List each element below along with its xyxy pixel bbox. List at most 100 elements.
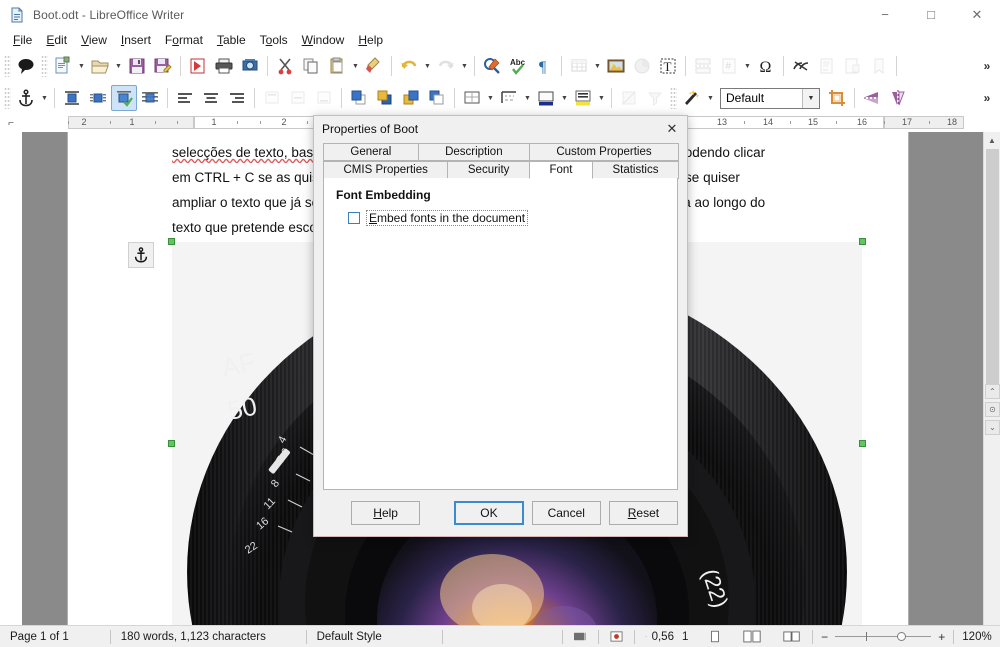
anchor-dropdown[interactable]: ▼ (39, 85, 50, 111)
flip-vertically-icon[interactable] (859, 85, 885, 111)
border-color-icon[interactable] (533, 85, 559, 111)
image-toolbar-grip-2[interactable] (670, 87, 677, 109)
find-replace-icon[interactable] (479, 53, 505, 79)
insert-field-dropdown[interactable]: ▼ (742, 53, 753, 79)
align-right-icon[interactable] (224, 85, 250, 111)
embed-fonts-checkbox[interactable] (348, 212, 360, 224)
document-modified-icon[interactable] (599, 626, 634, 647)
zoom-slider[interactable]: − + (813, 630, 953, 644)
dialog-close-icon[interactable]: ✕ (657, 116, 687, 141)
maximize-button[interactable]: □ (908, 0, 954, 30)
embed-fonts-checkbox-row[interactable]: Embed fonts in the document (348, 210, 665, 226)
transparency-icon[interactable] (616, 85, 642, 111)
insert-table-dropdown[interactable]: ▼ (592, 53, 603, 79)
status-page[interactable]: Page 1 of 1 (0, 626, 110, 647)
status-word-count[interactable]: 180 words, 1,123 characters (111, 626, 306, 647)
zoom-level[interactable]: 120% (954, 626, 1000, 647)
area-style-fill-icon[interactable] (570, 85, 596, 111)
align-middle-icon[interactable] (285, 85, 311, 111)
book-view-icon[interactable] (772, 626, 812, 647)
scroll-navigation-icon[interactable]: ⊙ (985, 402, 1000, 417)
tab-cmis-properties[interactable]: CMIS Properties (323, 161, 449, 179)
image-toolbar-grip[interactable] (4, 87, 11, 109)
toolbar-grip[interactable] (4, 55, 11, 77)
wrap-through-icon[interactable] (137, 85, 163, 111)
export-pdf-icon[interactable] (185, 53, 211, 79)
align-center-icon[interactable] (198, 85, 224, 111)
undo-dropdown[interactable]: ▼ (422, 53, 433, 79)
minimize-button[interactable]: − (862, 0, 908, 30)
save-icon[interactable] (124, 53, 150, 79)
single-page-view-icon[interactable] (698, 626, 732, 647)
zoom-knob[interactable] (897, 632, 907, 641)
cancel-button[interactable]: Cancel (531, 501, 601, 525)
tab-security[interactable]: Security (447, 161, 530, 179)
insert-image-icon[interactable] (603, 53, 629, 79)
scroll-up-icon[interactable]: ▲ (983, 132, 1000, 149)
spelling-abc-icon[interactable]: Abc (505, 53, 531, 79)
image-properties-dropdown[interactable]: ▼ (705, 85, 716, 111)
menu-edit[interactable]: Edit (39, 31, 74, 49)
tab-general[interactable]: General (323, 143, 419, 161)
bookmark-icon[interactable] (866, 53, 892, 79)
paste-dropdown[interactable]: ▼ (350, 53, 361, 79)
tab-description[interactable]: Description (417, 143, 530, 161)
copy-icon[interactable] (298, 53, 324, 79)
flip-horizontally-icon[interactable] (885, 85, 911, 111)
print-icon[interactable] (211, 53, 237, 79)
toolbar-grip-2[interactable] (41, 55, 48, 77)
insert-footnote-icon[interactable] (814, 53, 840, 79)
open-dropdown[interactable]: ▼ (113, 53, 124, 79)
special-character-omega-icon[interactable]: Ω (753, 53, 779, 79)
reset-button[interactable]: Reset (608, 501, 678, 525)
open-folder-icon[interactable] (87, 53, 113, 79)
crop-icon[interactable] (824, 85, 850, 111)
scroll-page-up-icon[interactable]: ⌃ (985, 384, 1000, 399)
area-style-dropdown[interactable]: ▼ (596, 85, 607, 111)
wrap-off-icon[interactable] (59, 85, 85, 111)
align-top-icon[interactable] (259, 85, 285, 111)
help-button[interactable]: Help (351, 501, 421, 525)
status-page-style[interactable]: Default Style (307, 626, 442, 647)
status-language[interactable] (442, 626, 562, 647)
tab-font[interactable]: Font (528, 161, 593, 179)
selection-mode-icon[interactable] (563, 626, 598, 647)
menu-window[interactable]: Window (295, 31, 352, 49)
borders-dropdown[interactable]: ▼ (485, 85, 496, 111)
send-backward-icon[interactable] (398, 85, 424, 111)
formatting-marks-pilcrow-icon[interactable]: ¶ (531, 53, 557, 79)
ok-button[interactable]: OK (454, 501, 524, 525)
insert-hyperlink-icon[interactable] (788, 53, 814, 79)
align-left-icon[interactable] (172, 85, 198, 111)
cut-scissors-icon[interactable] (272, 53, 298, 79)
tab-custom-properties[interactable]: Custom Properties (528, 143, 679, 161)
status-object-size[interactable]: 0,56 1 (635, 626, 699, 647)
borders-icon[interactable] (459, 85, 485, 111)
image-toolbar-overflow-button[interactable]: » (977, 85, 997, 111)
align-bottom-icon[interactable] (311, 85, 337, 111)
menu-view[interactable]: View (74, 31, 114, 49)
send-to-back-icon[interactable] (424, 85, 450, 111)
insert-endnote-icon[interactable] (840, 53, 866, 79)
selection-handle-nw[interactable] (168, 238, 175, 245)
insert-chart-icon[interactable] (629, 53, 655, 79)
zoom-in-button[interactable]: + (938, 630, 945, 644)
save-as-icon[interactable] (150, 53, 176, 79)
toolbar-overflow-button[interactable]: » (977, 53, 997, 79)
tab-statistics[interactable]: Statistics (591, 161, 679, 179)
embed-fonts-label[interactable]: Embed fonts in the document (366, 210, 529, 226)
zoom-out-button[interactable]: − (821, 630, 828, 644)
filter-icon[interactable] (642, 85, 668, 111)
menu-table[interactable]: Table (210, 31, 253, 49)
multi-page-view-icon[interactable] (732, 626, 772, 647)
page-break-icon[interactable] (690, 53, 716, 79)
selection-handle-ne[interactable] (859, 238, 866, 245)
ruler-corner-icon[interactable]: ⌐ (0, 114, 22, 132)
selection-handle-e[interactable] (859, 440, 866, 447)
wrap-optimal-icon[interactable] (111, 85, 137, 111)
vertical-scrollbar[interactable]: ▲ ⌃ ⊙ ⌄ (983, 132, 1000, 625)
menu-help[interactable]: Help (351, 31, 390, 49)
bring-forward-icon[interactable] (372, 85, 398, 111)
new-document-icon[interactable] (50, 53, 76, 79)
comment-bubble-icon[interactable] (13, 53, 39, 79)
